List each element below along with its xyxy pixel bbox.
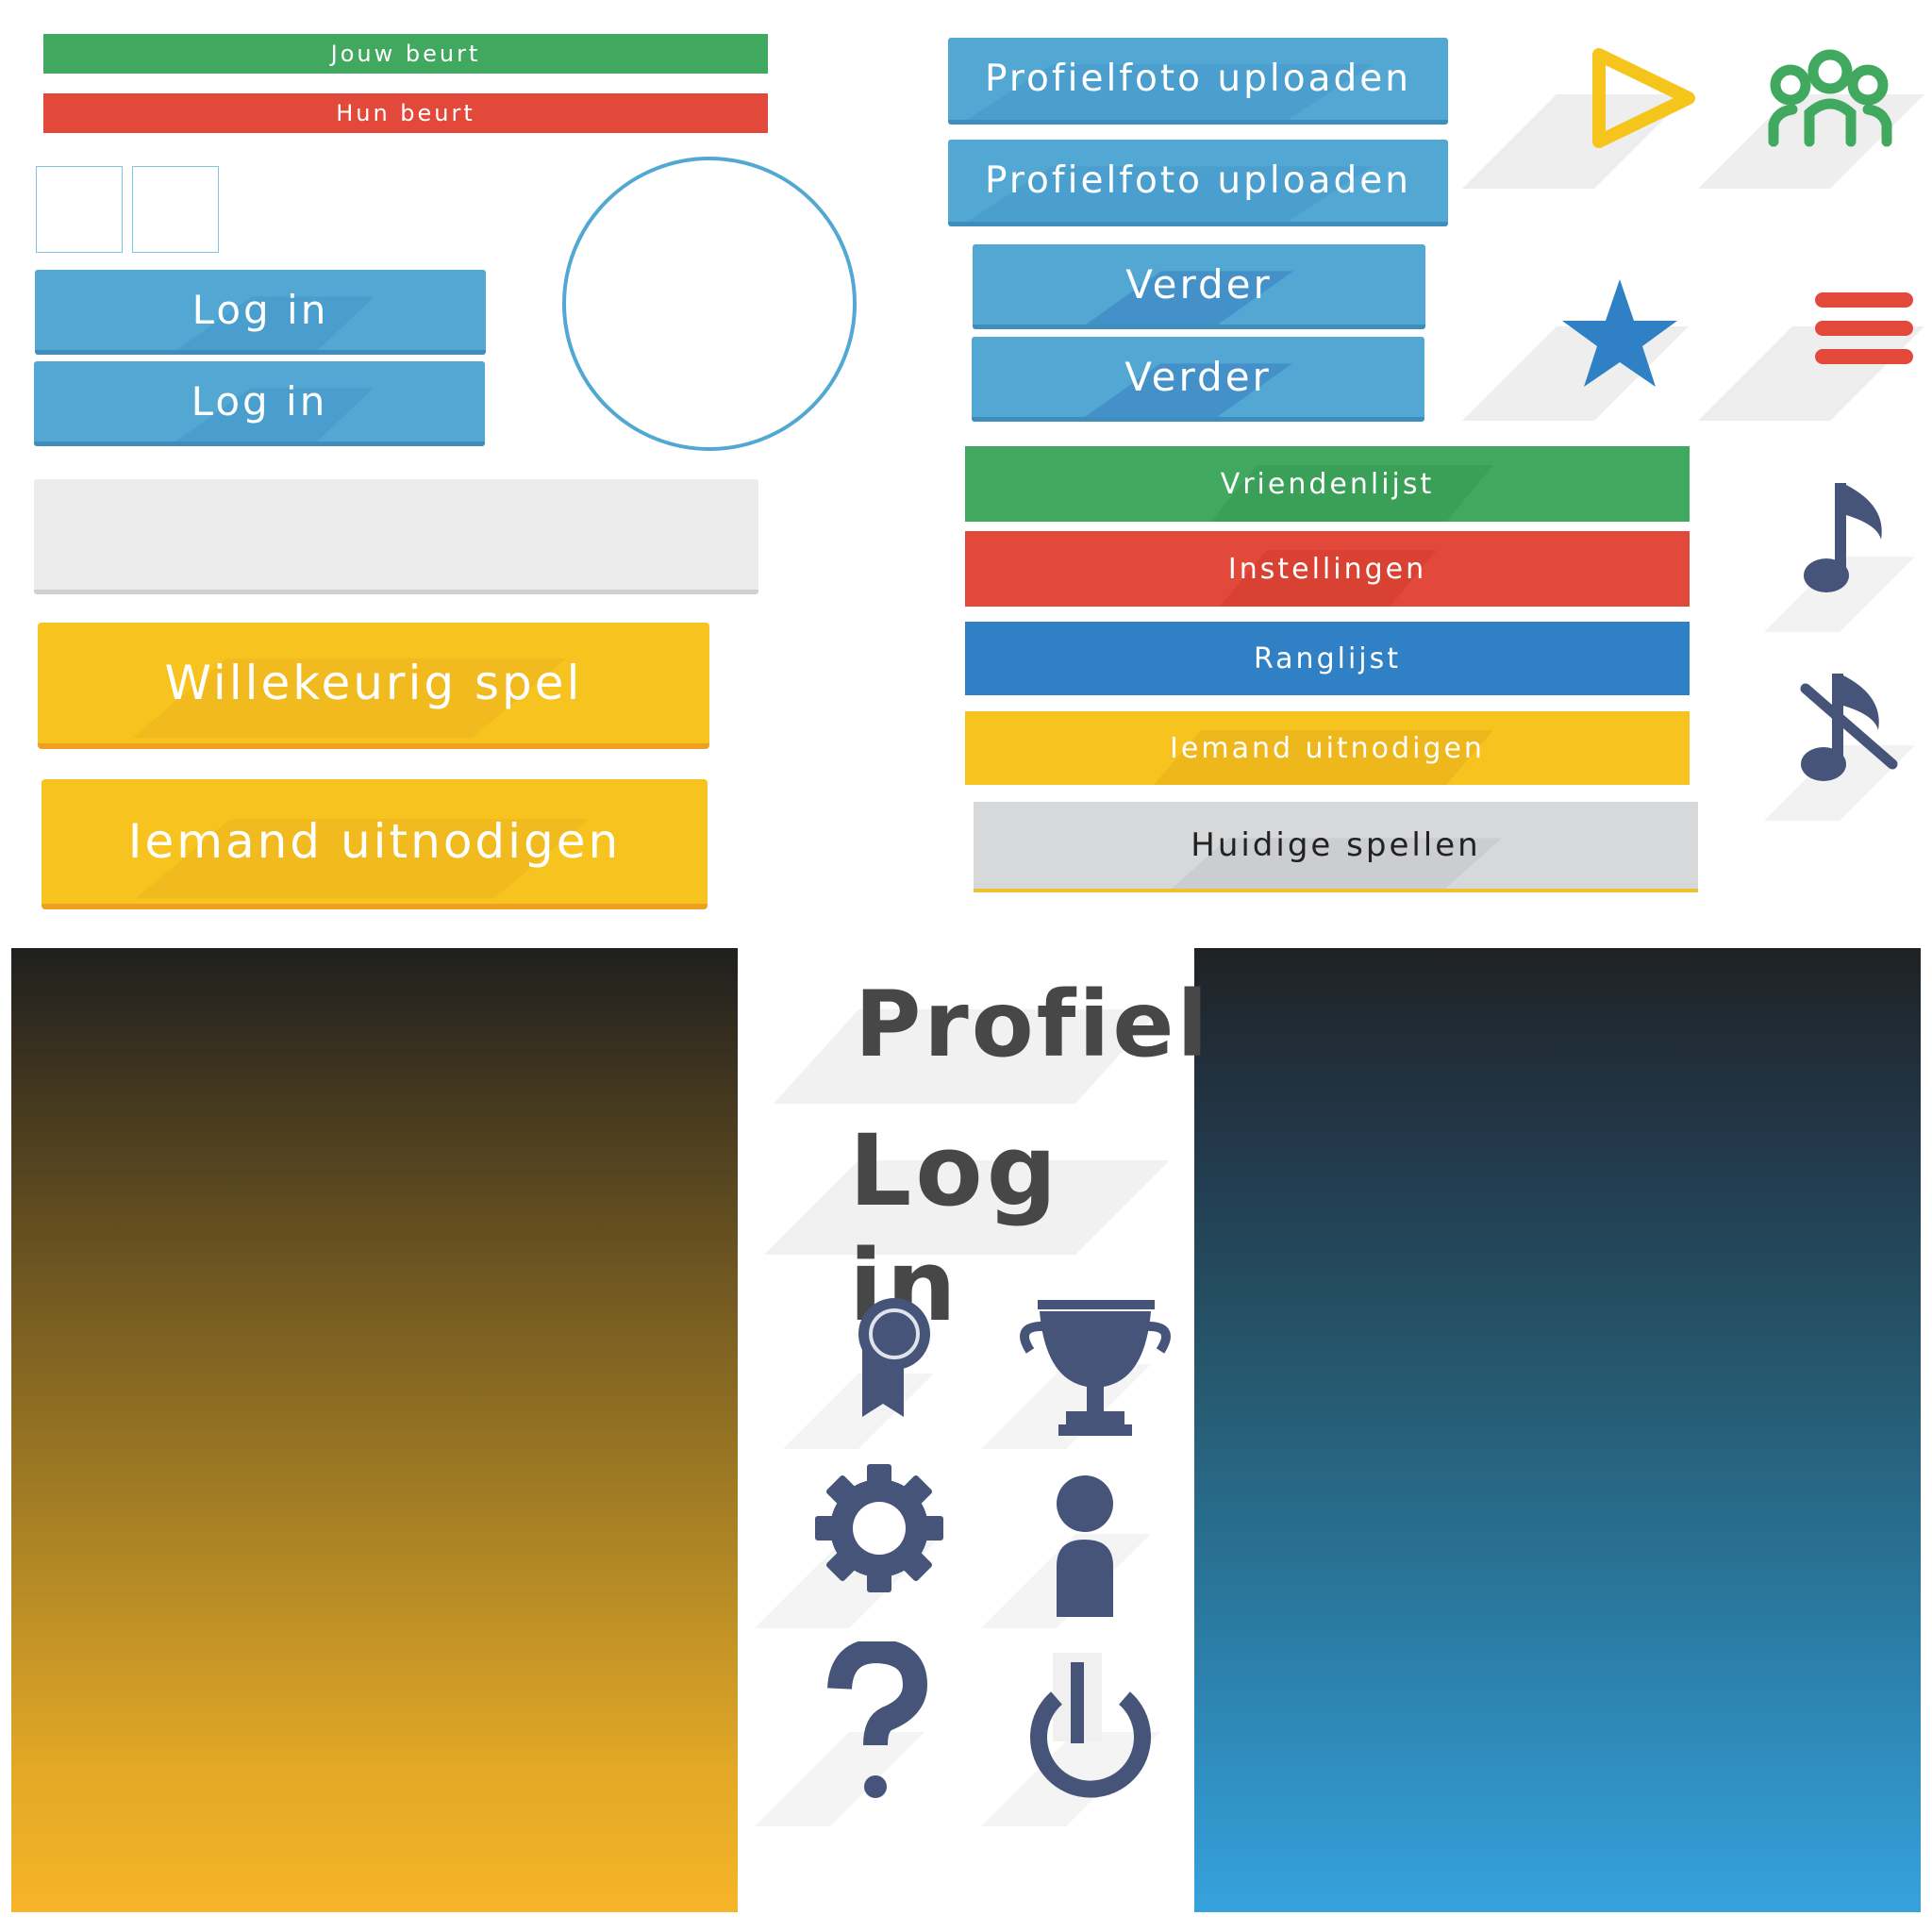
login-button-label: Log in: [191, 378, 328, 425]
checkbox-empty[interactable]: [132, 166, 219, 253]
friends-list-label: Vriendenlijst: [1220, 467, 1435, 501]
login-button-label: Log in: [192, 287, 329, 333]
invite-label: Iemand uitnodigen: [1170, 731, 1485, 765]
next-button[interactable]: Verder: [973, 244, 1425, 329]
current-games-label: Huidige spellen: [1191, 826, 1481, 864]
random-game-label: Willekeurig spel: [164, 656, 583, 710]
next-button-label: Verder: [1124, 354, 1272, 400]
help-icon[interactable]: [755, 1641, 953, 1830]
ranking-label: Ranglijst: [1253, 641, 1402, 675]
next-button-label: Verder: [1125, 261, 1273, 308]
upload-photo-label: Profielfoto uploaden: [985, 159, 1411, 202]
settings-button[interactable]: Instellingen: [965, 531, 1690, 607]
star-icon[interactable]: [1462, 274, 1707, 425]
current-games-button[interactable]: Huidige spellen: [974, 802, 1698, 892]
upload-photo-label: Profielfoto uploaden: [985, 58, 1411, 100]
login-button[interactable]: Log in: [35, 270, 486, 355]
settings-label: Instellingen: [1227, 552, 1427, 586]
checkbox-empty[interactable]: [36, 166, 123, 253]
group-icon[interactable]: [1698, 38, 1932, 198]
trophy-icon[interactable]: [972, 1292, 1179, 1453]
user-icon[interactable]: [981, 1462, 1179, 1632]
invite-button[interactable]: Iemand uitnodigen: [965, 711, 1690, 785]
menu-icon[interactable]: [1698, 274, 1932, 425]
music-note-icon[interactable]: [1726, 472, 1924, 641]
avatar-placeholder[interactable]: [562, 157, 857, 451]
profile-heading-text: Profiel: [855, 972, 1211, 1077]
text-input-field[interactable]: [34, 479, 758, 594]
power-icon[interactable]: [981, 1641, 1189, 1830]
invite-big-button[interactable]: Iemand uitnodigen: [42, 779, 708, 909]
their-turn-label: Hun beurt: [336, 100, 475, 126]
random-game-button[interactable]: Willekeurig spel: [38, 623, 709, 749]
your-turn-label: Jouw beurt: [330, 41, 481, 67]
next-button[interactable]: Verder: [972, 337, 1424, 422]
ribbon-medal-icon[interactable]: [774, 1292, 962, 1453]
login-button[interactable]: Log in: [34, 361, 485, 446]
music-off-icon[interactable]: [1726, 660, 1924, 830]
gear-icon[interactable]: [755, 1453, 962, 1632]
ranking-button[interactable]: Ranglijst: [965, 622, 1690, 695]
play-icon[interactable]: [1462, 38, 1707, 198]
login-heading: Log in: [755, 1113, 1189, 1343]
invite-big-label: Iemand uitnodigen: [127, 814, 622, 869]
their-turn-bar: Hun beurt: [43, 93, 768, 133]
friends-list-button[interactable]: Vriendenlijst: [965, 446, 1690, 522]
upload-photo-button[interactable]: Profielfoto uploaden: [948, 140, 1448, 226]
background-panel-gold: [11, 948, 738, 1912]
your-turn-bar: Jouw beurt: [43, 34, 768, 74]
profile-heading: Profiel: [755, 972, 1208, 1113]
upload-photo-button[interactable]: Profielfoto uploaden: [948, 38, 1448, 125]
background-panel-blue: [1194, 948, 1921, 1912]
